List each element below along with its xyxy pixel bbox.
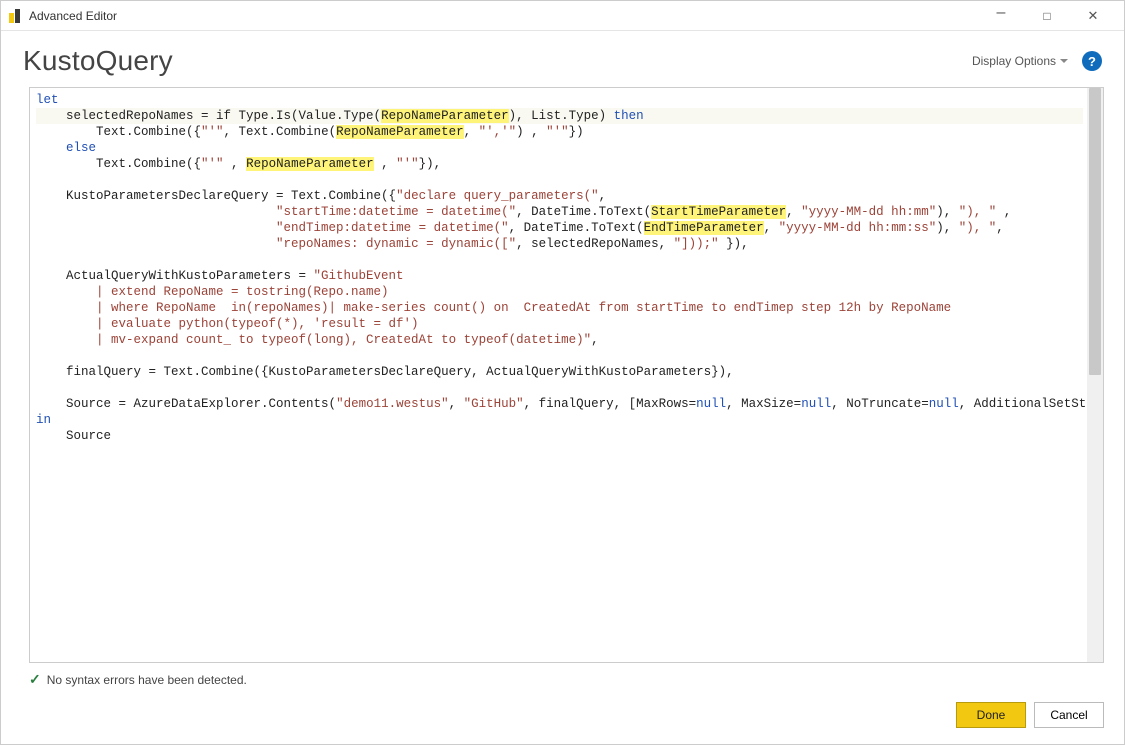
check-icon: ✓ [29,671,41,688]
display-options-label: Display Options [972,54,1056,68]
window-title: Advanced Editor [29,9,117,23]
minimize-button[interactable] [978,1,1024,31]
scrollbar[interactable] [1087,88,1103,662]
title-bar: Advanced Editor [1,1,1124,31]
maximize-button[interactable] [1024,1,1070,31]
chevron-down-icon [1060,59,1068,63]
footer: Done Cancel [1,692,1124,744]
page-title: KustoQuery [23,45,173,77]
done-button[interactable]: Done [956,702,1026,728]
window-controls [978,1,1116,31]
status-bar: ✓ No syntax errors have been detected. [1,667,1124,692]
close-button[interactable] [1070,1,1116,31]
status-message: No syntax errors have been detected. [47,673,247,687]
powerbi-icon [9,9,23,23]
cancel-button[interactable]: Cancel [1034,702,1104,728]
help-icon[interactable]: ? [1082,51,1102,71]
display-options-dropdown[interactable]: Display Options [972,54,1068,68]
scrollbar-thumb[interactable] [1089,88,1101,375]
code-editor[interactable]: let selectedRepoNames = if Type.Is(Value… [29,87,1104,663]
header: KustoQuery Display Options ? [1,31,1124,83]
code-content[interactable]: let selectedRepoNames = if Type.Is(Value… [30,88,1087,662]
